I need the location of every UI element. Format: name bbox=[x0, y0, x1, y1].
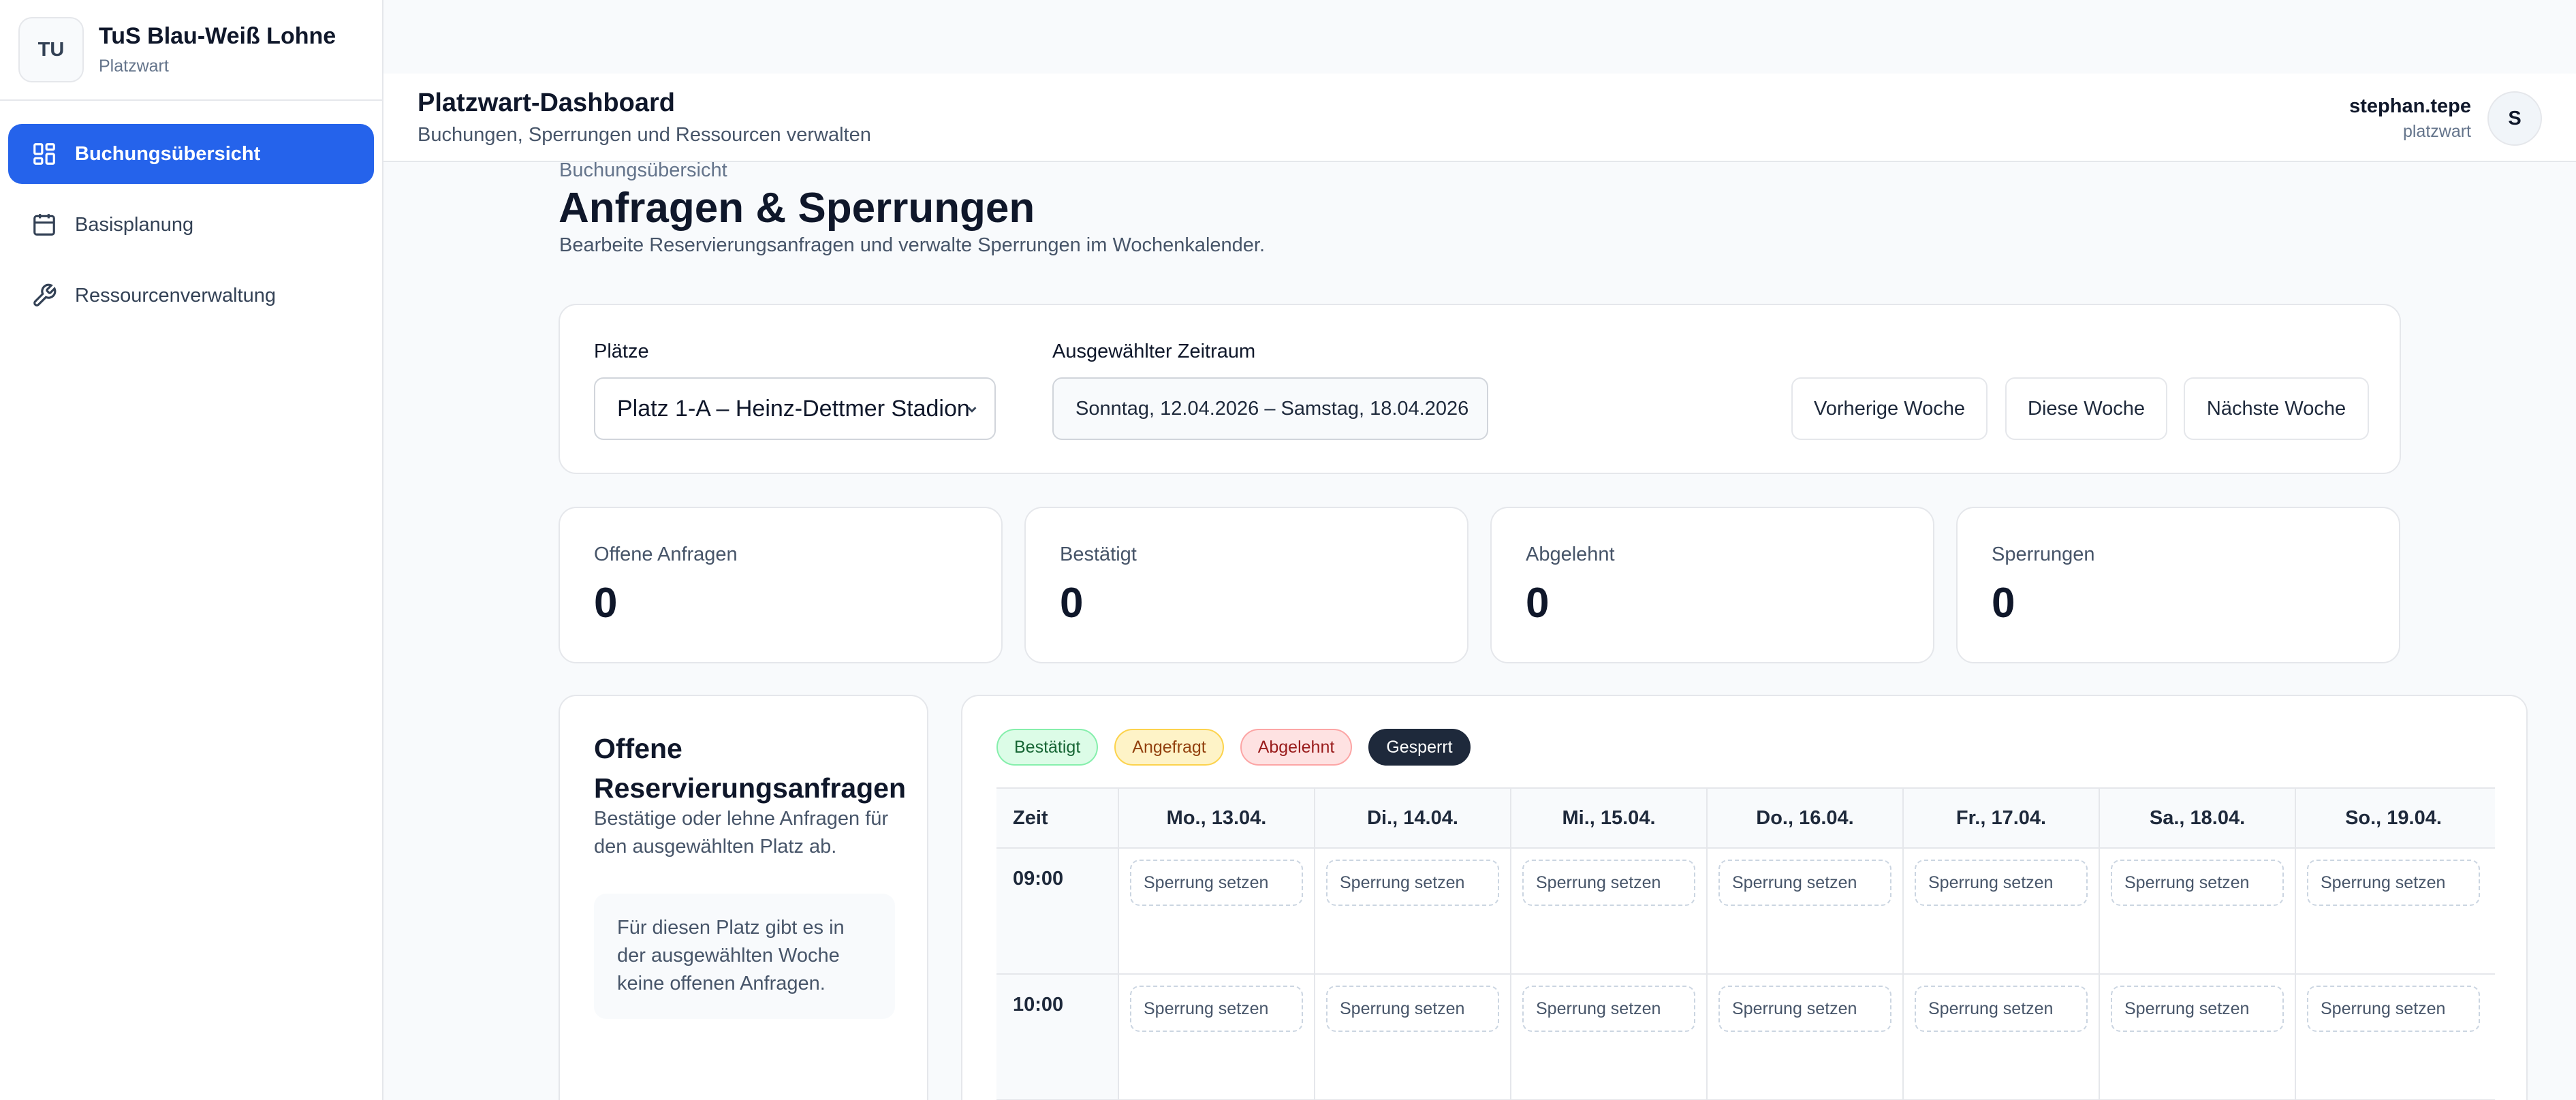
sidebar: TU TuS Blau-Weiß Lohne Platzwart Buchung… bbox=[0, 0, 383, 1100]
breadcrumb: Buchungsübersicht bbox=[559, 159, 727, 181]
date-range-field: Sonntag, 12.04.2026 – Samstag, 18.04.202… bbox=[1052, 377, 1488, 440]
time-label: 09:00 bbox=[996, 849, 1118, 973]
legend-rejected: Abgelehnt bbox=[1240, 729, 1353, 766]
day-header: Di., 14.04. bbox=[1314, 789, 1510, 847]
set-block-button[interactable]: Sperrung setzen bbox=[2307, 860, 2480, 906]
sidebar-item-basisplanung[interactable]: Basisplanung bbox=[8, 195, 374, 255]
set-block-button[interactable]: Sperrung setzen bbox=[1718, 860, 1891, 906]
stat-value: 0 bbox=[1526, 580, 1550, 627]
open-requests-title: Offene Reservierungsanfragen bbox=[594, 733, 907, 804]
stat-label: Sperrungen bbox=[1992, 544, 2095, 565]
calendar-grid: Zeit Mo., 13.04. Di., 14.04. Mi., 15.04.… bbox=[996, 787, 2495, 1100]
day-header: Mo., 13.04. bbox=[1118, 789, 1314, 847]
user-name: stephan.tepe bbox=[2349, 95, 2471, 117]
time-column-header: Zeit bbox=[1013, 806, 1048, 829]
set-block-button[interactable]: Sperrung setzen bbox=[1522, 860, 1695, 906]
day-header: Sa., 18.04. bbox=[2099, 789, 2295, 847]
stat-label: Offene Anfragen bbox=[594, 544, 738, 565]
place-select[interactable]: Platz 1-A – Heinz-Dettmer Stadion bbox=[594, 377, 996, 440]
day-header: Mi., 15.04. bbox=[1510, 789, 1706, 847]
open-requests-subtitle: Bestätige oder lehne Anfragen für den au… bbox=[594, 808, 889, 858]
prev-week-button[interactable]: Vorherige Woche bbox=[1791, 377, 1988, 440]
stat-card-open: Offene Anfragen 0 bbox=[559, 507, 1003, 663]
stat-card-blocks: Sperrungen 0 bbox=[1956, 507, 2400, 663]
wrench-icon bbox=[33, 283, 57, 307]
set-block-button[interactable]: Sperrung setzen bbox=[1718, 986, 1891, 1032]
set-block-button[interactable]: Sperrung setzen bbox=[1130, 986, 1303, 1032]
this-week-button[interactable]: Diese Woche bbox=[2005, 377, 2167, 440]
legend-requested: Angefragt bbox=[1114, 729, 1224, 766]
user-role: platzwart bbox=[2402, 122, 2471, 141]
calendar-icon bbox=[33, 214, 55, 236]
range-label: Ausgewählter Zeitraum bbox=[1052, 341, 1256, 362]
dashboard-icon bbox=[33, 143, 55, 165]
sidebar-item-label: Ressourcenverwaltung bbox=[75, 284, 276, 307]
set-block-button[interactable]: Sperrung setzen bbox=[2307, 986, 2480, 1032]
place-select-value: Platz 1-A – Heinz-Dettmer Stadion bbox=[617, 395, 970, 422]
top-header: Platzwart-Dashboard Buchungen, Sperrunge… bbox=[383, 74, 2576, 162]
date-range-value: Sonntag, 12.04.2026 – Samstag, 18.04.202… bbox=[1075, 397, 1469, 420]
sidebar-nav: Buchungsübersicht Basisplanung Ressource… bbox=[0, 101, 382, 326]
calendar-header-row: Zeit Mo., 13.04. Di., 14.04. Mi., 15.04.… bbox=[996, 787, 2495, 849]
calendar-row: 09:00 Sperrung setzen Sperrung setzen Sp… bbox=[996, 849, 2495, 975]
page-description: Bearbeite Reservierungsanfragen und verw… bbox=[559, 234, 1266, 256]
open-requests-card: Offene Reservierungsanfragen Bestätige o… bbox=[559, 695, 928, 1100]
day-header: Do., 16.04. bbox=[1706, 789, 1902, 847]
stat-value: 0 bbox=[1060, 580, 1084, 627]
legend-confirmed: Bestätigt bbox=[996, 729, 1099, 766]
set-block-button[interactable]: Sperrung setzen bbox=[1915, 860, 2088, 906]
chevron-down-icon bbox=[967, 407, 977, 413]
user-menu[interactable]: stephan.tepe platzwart S bbox=[2349, 91, 2542, 146]
brand: TU TuS Blau-Weiß Lohne Platzwart bbox=[0, 0, 382, 101]
day-header: Fr., 17.04. bbox=[1902, 789, 2099, 847]
legend-blocked: Gesperrt bbox=[1368, 729, 1471, 766]
stat-label: Bestätigt bbox=[1060, 544, 1137, 565]
stat-label: Abgelehnt bbox=[1526, 544, 1615, 565]
page-title: Anfragen & Sperrungen bbox=[559, 185, 1035, 232]
week-calendar-card: Bestätigt Angefragt Abgelehnt Gesperrt Z… bbox=[961, 695, 2528, 1100]
dashboard-title: Platzwart-Dashboard bbox=[418, 89, 675, 117]
club-role: Platzwart bbox=[99, 57, 169, 76]
avatar[interactable]: S bbox=[2487, 91, 2542, 146]
dashboard-subtitle: Buchungen, Sperrungen und Ressourcen ver… bbox=[418, 124, 871, 146]
places-label: Plätze bbox=[594, 341, 649, 362]
sidebar-item-ressourcenverwaltung[interactable]: Ressourcenverwaltung bbox=[8, 266, 374, 326]
time-label: 10:00 bbox=[996, 975, 1118, 1099]
stat-value: 0 bbox=[594, 580, 618, 627]
club-logo: TU bbox=[18, 17, 84, 82]
status-legend: Bestätigt Angefragt Abgelehnt Gesperrt bbox=[996, 729, 1487, 766]
set-block-button[interactable]: Sperrung setzen bbox=[1326, 986, 1499, 1032]
set-block-button[interactable]: Sperrung setzen bbox=[1915, 986, 2088, 1032]
set-block-button[interactable]: Sperrung setzen bbox=[1326, 860, 1499, 906]
filter-card: Plätze Platz 1-A – Heinz-Dettmer Stadion… bbox=[559, 304, 2401, 474]
next-week-button[interactable]: Nächste Woche bbox=[2184, 377, 2369, 440]
stat-card-rejected: Abgelehnt 0 bbox=[1490, 507, 1934, 663]
calendar-row: 10:00 Sperrung setzen Sperrung setzen Sp… bbox=[996, 975, 2495, 1100]
club-name: TuS Blau-Weiß Lohne bbox=[99, 23, 336, 49]
set-block-button[interactable]: Sperrung setzen bbox=[1130, 860, 1303, 906]
stat-card-confirmed: Bestätigt 0 bbox=[1024, 507, 1468, 663]
set-block-button[interactable]: Sperrung setzen bbox=[1522, 986, 1695, 1032]
sidebar-item-label: Basisplanung bbox=[75, 213, 194, 236]
sidebar-item-label: Buchungsübersicht bbox=[75, 142, 261, 165]
day-header: So., 19.04. bbox=[2295, 789, 2491, 847]
set-block-button[interactable]: Sperrung setzen bbox=[2111, 860, 2284, 906]
set-block-button[interactable]: Sperrung setzen bbox=[2111, 986, 2284, 1032]
sidebar-item-buchungsuebersicht[interactable]: Buchungsübersicht bbox=[8, 124, 374, 184]
stat-value: 0 bbox=[1992, 580, 2015, 627]
empty-state-message: Für diesen Platz gibt es in der ausgewäh… bbox=[594, 894, 895, 1019]
